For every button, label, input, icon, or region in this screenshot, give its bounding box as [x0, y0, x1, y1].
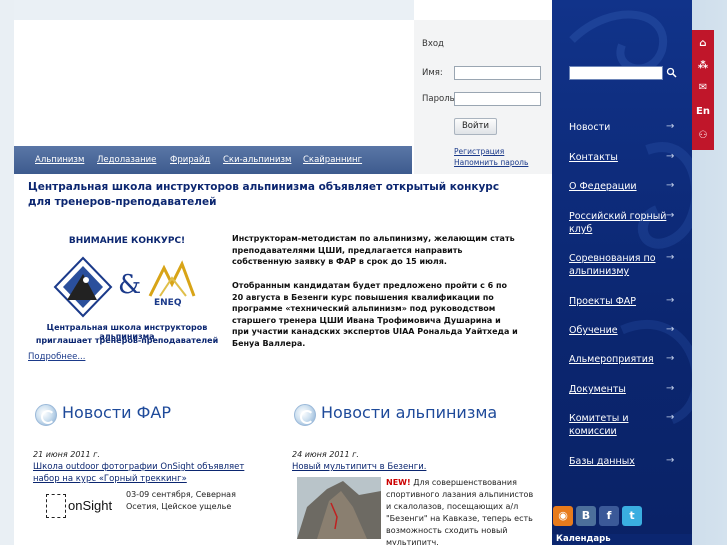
menu-label: Комитеты и комиссии	[569, 413, 629, 437]
menu-label: Альмероприятия	[569, 354, 654, 365]
read-more-link[interactable]: Подробнее...	[28, 352, 85, 362]
arrow-right-icon: →	[666, 383, 675, 394]
onsight-logo-icon	[46, 494, 66, 518]
arrow-right-icon: →	[666, 455, 675, 466]
mail-icon[interactable]: ✉	[692, 78, 714, 98]
social-links: ◉ B f t	[553, 506, 645, 530]
nav-item-ice-climbing[interactable]: Ледолазание	[97, 155, 156, 165]
calendar-header[interactable]: Календарь	[552, 534, 692, 545]
menu-label: Новости	[569, 122, 611, 133]
nav-item-skyrunning[interactable]: Скайраннинг	[303, 155, 362, 165]
arrow-right-icon: →	[666, 210, 675, 221]
onsight-logo[interactable]: onSight	[42, 490, 122, 526]
top-icon-column: ⌂ ⁂ ✉ En ⚇	[692, 30, 714, 150]
nav-item-freeride[interactable]: Фрирайд	[170, 155, 210, 165]
arrow-right-icon: →	[666, 295, 675, 306]
menu-label: Документы	[569, 384, 626, 395]
menu-item-news[interactable]: Новости	[569, 121, 679, 134]
remind-password-link[interactable]: Напомнить пароль	[454, 158, 528, 167]
eneq-logo-text: ENEQ	[154, 298, 182, 308]
login-panel: Вход Имя: Пароль: Войти Регистрация Напо…	[414, 20, 552, 174]
menu-label: О Федерации	[569, 181, 637, 192]
menu-item-documents[interactable]: Документы	[569, 383, 679, 396]
rss-icon[interactable]: ◉	[553, 506, 573, 526]
news-circle-icon	[294, 404, 316, 426]
menu-label: Соревнования по альпинизму	[569, 253, 656, 277]
username-input[interactable]	[454, 66, 541, 80]
news-alpinism-link[interactable]: Новый мультипитч в Безенги.	[292, 461, 532, 473]
language-switch[interactable]: En	[692, 102, 714, 122]
left-background-strip	[0, 0, 14, 545]
menu-item-events[interactable]: Альмероприятия	[569, 353, 679, 366]
news-circle-icon	[35, 404, 57, 426]
menu-item-competitions[interactable]: Соревнования по альпинизму	[569, 252, 679, 278]
arrow-right-icon: →	[666, 151, 675, 162]
sidebar: Новости → Контакты → О Федерации → Росси…	[552, 0, 692, 545]
twitter-icon[interactable]: t	[622, 506, 642, 526]
arrow-right-icon: →	[666, 353, 675, 364]
username-label: Имя:	[422, 68, 443, 78]
password-label: Пароль:	[422, 94, 458, 104]
menu-item-about[interactable]: О Федерации	[569, 180, 679, 193]
arrow-right-icon: →	[666, 121, 675, 132]
nav-item-alpinism[interactable]: Альпинизм	[35, 155, 84, 165]
header-area	[14, 20, 414, 146]
menu-label: Российский горный клуб	[569, 211, 667, 235]
banner-caption: приглашает тренеров-преподавателей	[35, 336, 219, 345]
arrow-right-icon: →	[666, 180, 675, 191]
news-date: 21 июня 2011 г.	[33, 450, 100, 459]
register-link[interactable]: Регистрация	[454, 147, 504, 156]
news-date: 24 июня 2011 г.	[292, 450, 359, 459]
sitemap-icon[interactable]: ⁂	[692, 56, 714, 76]
onsight-logo-text: onSight	[68, 498, 113, 513]
menu-label: Базы данных	[569, 456, 635, 467]
menu-item-databases[interactable]: Базы данных	[569, 455, 679, 468]
main-navbar: Альпинизм Ледолазание Фрирайд Ски-альпин…	[14, 146, 412, 174]
article-paragraph: Отобранным кандидатам будет предложено п…	[232, 281, 518, 348]
login-button[interactable]: Войти	[454, 118, 497, 135]
rock-photo-image[interactable]	[297, 477, 381, 539]
search-input[interactable]	[569, 66, 663, 80]
menu-label: Контакты	[569, 152, 618, 163]
menu-item-committees[interactable]: Комитеты и комиссии	[569, 412, 679, 438]
contest-banner[interactable]: ВНИМАНИЕ КОНКУРС! & ENEQ Центральная шко…	[28, 232, 226, 350]
new-badge: NEW!	[386, 478, 411, 487]
vkontakte-icon[interactable]: B	[576, 506, 596, 526]
banner-heading: ВНИМАНИЕ КОНКУРС!	[68, 236, 186, 246]
password-input[interactable]	[454, 92, 541, 106]
news-far-link[interactable]: Школа outdoor фотографии OnSight объявля…	[33, 461, 273, 485]
menu-label: Проекты ФАР	[569, 296, 637, 307]
news-far-title: Новости ФАР	[62, 403, 172, 422]
news-alpinism-description: NEW! Для совершенствования спортивного л…	[386, 477, 538, 545]
article-paragraph: Инструкторам-методистам по альпинизму, ж…	[232, 234, 515, 266]
banner-ampersand: &	[118, 270, 142, 300]
menu-item-education[interactable]: Обучение	[569, 324, 679, 337]
article-title[interactable]: Центральная школа инструкторов альпинизм…	[28, 180, 508, 210]
menu-item-contacts[interactable]: Контакты	[569, 151, 679, 164]
arrow-right-icon: →	[666, 412, 675, 423]
menu-item-mountain-club[interactable]: Российский горный клуб	[569, 210, 679, 236]
news-far-description: 03-09 сентября, Северная Осетия, Цейское…	[126, 490, 236, 511]
home-icon[interactable]: ⌂	[692, 34, 714, 54]
news-alpinism-text: Для совершенствования спортивного лазани…	[386, 478, 534, 545]
menu-label: Обучение	[569, 325, 618, 336]
top-band	[14, 0, 414, 20]
menu-item-projects[interactable]: Проекты ФАР	[569, 295, 679, 308]
news-alpinism-title: Новости альпинизма	[321, 403, 498, 422]
login-title: Вход	[422, 39, 444, 49]
facebook-icon[interactable]: f	[599, 506, 619, 526]
nav-item-ski-mountaineering[interactable]: Ски-альпинизм	[223, 155, 291, 165]
users-icon[interactable]: ⚇	[692, 126, 714, 146]
arrow-right-icon: →	[666, 324, 675, 335]
search-icon[interactable]	[666, 67, 677, 78]
school-logo-icon	[53, 256, 113, 318]
arrow-right-icon: →	[666, 252, 675, 263]
